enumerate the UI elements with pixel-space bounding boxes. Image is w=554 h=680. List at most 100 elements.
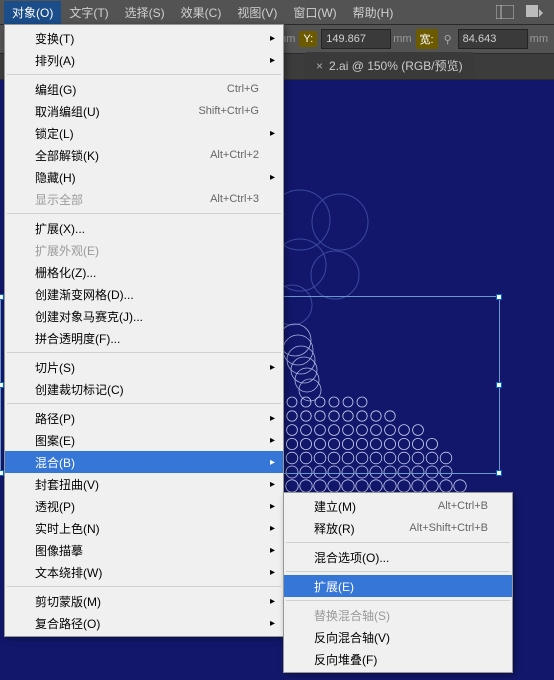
handle-middle-right[interactable]	[496, 382, 502, 388]
menu-item-label: 创建渐变网格(D)...	[35, 286, 259, 303]
menu-item-label: 释放(R)	[314, 520, 409, 537]
object-menu-item-18[interactable]: 创建裁切标记(C)	[5, 378, 283, 400]
object-menu-item-5[interactable]: 锁定(L)▸	[5, 122, 283, 144]
menu-separator	[7, 403, 281, 404]
menu-view[interactable]: 视图(V)	[229, 1, 285, 24]
link-icon[interactable]: ⚲	[442, 33, 454, 46]
menu-item-label: 排列(A)	[35, 52, 259, 69]
menu-select[interactable]: 选择(S)	[117, 1, 173, 24]
menu-item-label: 反向混合轴(V)	[314, 629, 488, 646]
object-menu-item-21[interactable]: 图案(E)▸	[5, 429, 283, 451]
object-menu-item-3[interactable]: 编组(G)Ctrl+G	[5, 78, 283, 100]
menu-shortcut: Alt+Shift+Ctrl+B	[409, 522, 488, 534]
object-menu-item-1[interactable]: 排列(A) ▸	[5, 49, 283, 71]
object-menu-item-24[interactable]: 透视(P) ▸	[5, 495, 283, 517]
object-menu-item-29[interactable]: 剪切蒙版(M)▸	[5, 590, 283, 612]
menu-item-label: 封套扭曲(V)	[35, 476, 259, 493]
submenu-arrow-icon: ▸	[270, 523, 275, 534]
menu-item-label: 显示全部	[35, 191, 210, 208]
menu-item-label: 扩展(E)	[314, 578, 488, 595]
menu-separator	[7, 586, 281, 587]
object-menu-item-20[interactable]: 路径(P) ▸	[5, 407, 283, 429]
menu-item-label: 全部解锁(K)	[35, 147, 210, 164]
menubar: 对象(O) 文字(T) 选择(S) 效果(C) 视图(V) 窗口(W) 帮助(H…	[0, 0, 554, 24]
menu-item-label: 文本绕排(W)	[35, 564, 259, 581]
submenu-arrow-icon: ▸	[270, 596, 275, 607]
blend-menu-item-5[interactable]: 扩展(E)	[284, 575, 512, 597]
menu-item-label: 混合(B)	[35, 454, 259, 471]
menu-shortcut: Alt+Ctrl+2	[210, 149, 259, 161]
submenu-arrow-icon: ▸	[270, 479, 275, 490]
object-menu-item-4[interactable]: 取消编组(U)Shift+Ctrl+G	[5, 100, 283, 122]
object-menu-item-30[interactable]: 复合路径(O)▸	[5, 612, 283, 634]
object-menu-item-8: 显示全部Alt+Ctrl+3	[5, 188, 283, 210]
menu-item-label: 隐藏(H)	[35, 169, 259, 186]
object-menu-item-13[interactable]: 创建渐变网格(D)...	[5, 283, 283, 305]
y-label: Y:	[299, 31, 317, 47]
menu-shortcut: Alt+Ctrl+3	[210, 193, 259, 205]
menu-separator	[286, 600, 510, 601]
menu-item-label: 混合选项(O)...	[314, 549, 488, 566]
menu-item-label: 取消编组(U)	[35, 103, 198, 120]
tab-label: 2.ai @ 150% (RGB/预览)	[329, 57, 463, 74]
menu-item-label: 反向堆叠(F)	[314, 651, 488, 668]
tab-document[interactable]: × 2.ai @ 150% (RGB/预览)	[304, 52, 475, 79]
menu-shortcut: Alt+Ctrl+B	[438, 500, 488, 512]
handle-bottom-right[interactable]	[496, 470, 502, 476]
menu-item-label: 拼合透明度(F)...	[35, 330, 259, 347]
object-menu-item-25[interactable]: 实时上色(N)▸	[5, 517, 283, 539]
object-menu-item-14[interactable]: 创建对象马赛克(J)...	[5, 305, 283, 327]
menu-effect[interactable]: 效果(C)	[173, 1, 230, 24]
object-menu-item-10[interactable]: 扩展(X)...	[5, 217, 283, 239]
layout-icon[interactable]	[494, 3, 516, 21]
handle-top-right[interactable]	[496, 294, 502, 300]
menu-type[interactable]: 文字(T)	[61, 1, 116, 24]
submenu-arrow-icon: ▸	[270, 413, 275, 424]
object-menu-item-15[interactable]: 拼合透明度(F)...	[5, 327, 283, 349]
menu-window[interactable]: 窗口(W)	[285, 1, 344, 24]
menu-item-label: 图像描摹	[35, 542, 259, 559]
object-menu-item-23[interactable]: 封套扭曲(V) ▸	[5, 473, 283, 495]
submenu-arrow-icon: ▸	[270, 172, 275, 183]
menu-item-label: 创建裁切标记(C)	[35, 381, 259, 398]
menu-help[interactable]: 帮助(H)	[345, 1, 402, 24]
y-field-group: mm	[321, 29, 411, 49]
y-input[interactable]	[321, 29, 391, 49]
object-menu-item-17[interactable]: 切片(S)▸	[5, 356, 283, 378]
blend-submenu: 建立(M)Alt+Ctrl+B释放(R)Alt+Shift+Ctrl+B混合选项…	[283, 492, 513, 673]
submenu-arrow-icon: ▸	[270, 501, 275, 512]
w-input[interactable]	[458, 29, 528, 49]
menu-separator	[7, 213, 281, 214]
object-menu-item-22[interactable]: 混合(B) ▸	[5, 451, 283, 473]
w-unit: mm	[530, 33, 548, 45]
menu-item-label: 扩展外观(E)	[35, 242, 259, 259]
object-menu-item-7[interactable]: 隐藏(H) ▸	[5, 166, 283, 188]
blend-menu-item-3[interactable]: 混合选项(O)...	[284, 546, 512, 568]
blend-menu-item-7: 替换混合轴(S)	[284, 604, 512, 626]
blend-menu-item-9[interactable]: 反向堆叠(F)	[284, 648, 512, 670]
menu-item-label: 透视(P)	[35, 498, 259, 515]
submenu-arrow-icon: ▸	[270, 55, 275, 66]
object-menu-item-12[interactable]: 栅格化(Z)...	[5, 261, 283, 283]
menu-item-label: 变换(T)	[35, 30, 259, 47]
submenu-arrow-icon: ▸	[270, 128, 275, 139]
menu-object[interactable]: 对象(O)	[4, 1, 61, 24]
menu-item-label: 栅格化(Z)...	[35, 264, 259, 281]
submenu-arrow-icon: ▸	[270, 435, 275, 446]
blend-menu-item-8[interactable]: 反向混合轴(V)	[284, 626, 512, 648]
menu-item-label: 路径(P)	[35, 410, 259, 427]
menu-shortcut: Shift+Ctrl+G	[198, 105, 259, 117]
submenu-arrow-icon: ▸	[270, 457, 275, 468]
blend-menu-item-0[interactable]: 建立(M)Alt+Ctrl+B	[284, 495, 512, 517]
workspace-icon[interactable]	[524, 3, 546, 21]
object-menu-item-0[interactable]: 变换(T)▸	[5, 27, 283, 49]
menu-item-label: 编组(G)	[35, 81, 227, 98]
object-menu-item-6[interactable]: 全部解锁(K)Alt+Ctrl+2	[5, 144, 283, 166]
submenu-arrow-icon: ▸	[270, 618, 275, 629]
menu-separator	[7, 74, 281, 75]
close-icon[interactable]: ×	[316, 59, 323, 73]
object-menu-item-27[interactable]: 文本绕排(W)▸	[5, 561, 283, 583]
blend-menu-item-1[interactable]: 释放(R)Alt+Shift+Ctrl+B	[284, 517, 512, 539]
object-menu-item-26[interactable]: 图像描摹▸	[5, 539, 283, 561]
menu-separator	[7, 352, 281, 353]
